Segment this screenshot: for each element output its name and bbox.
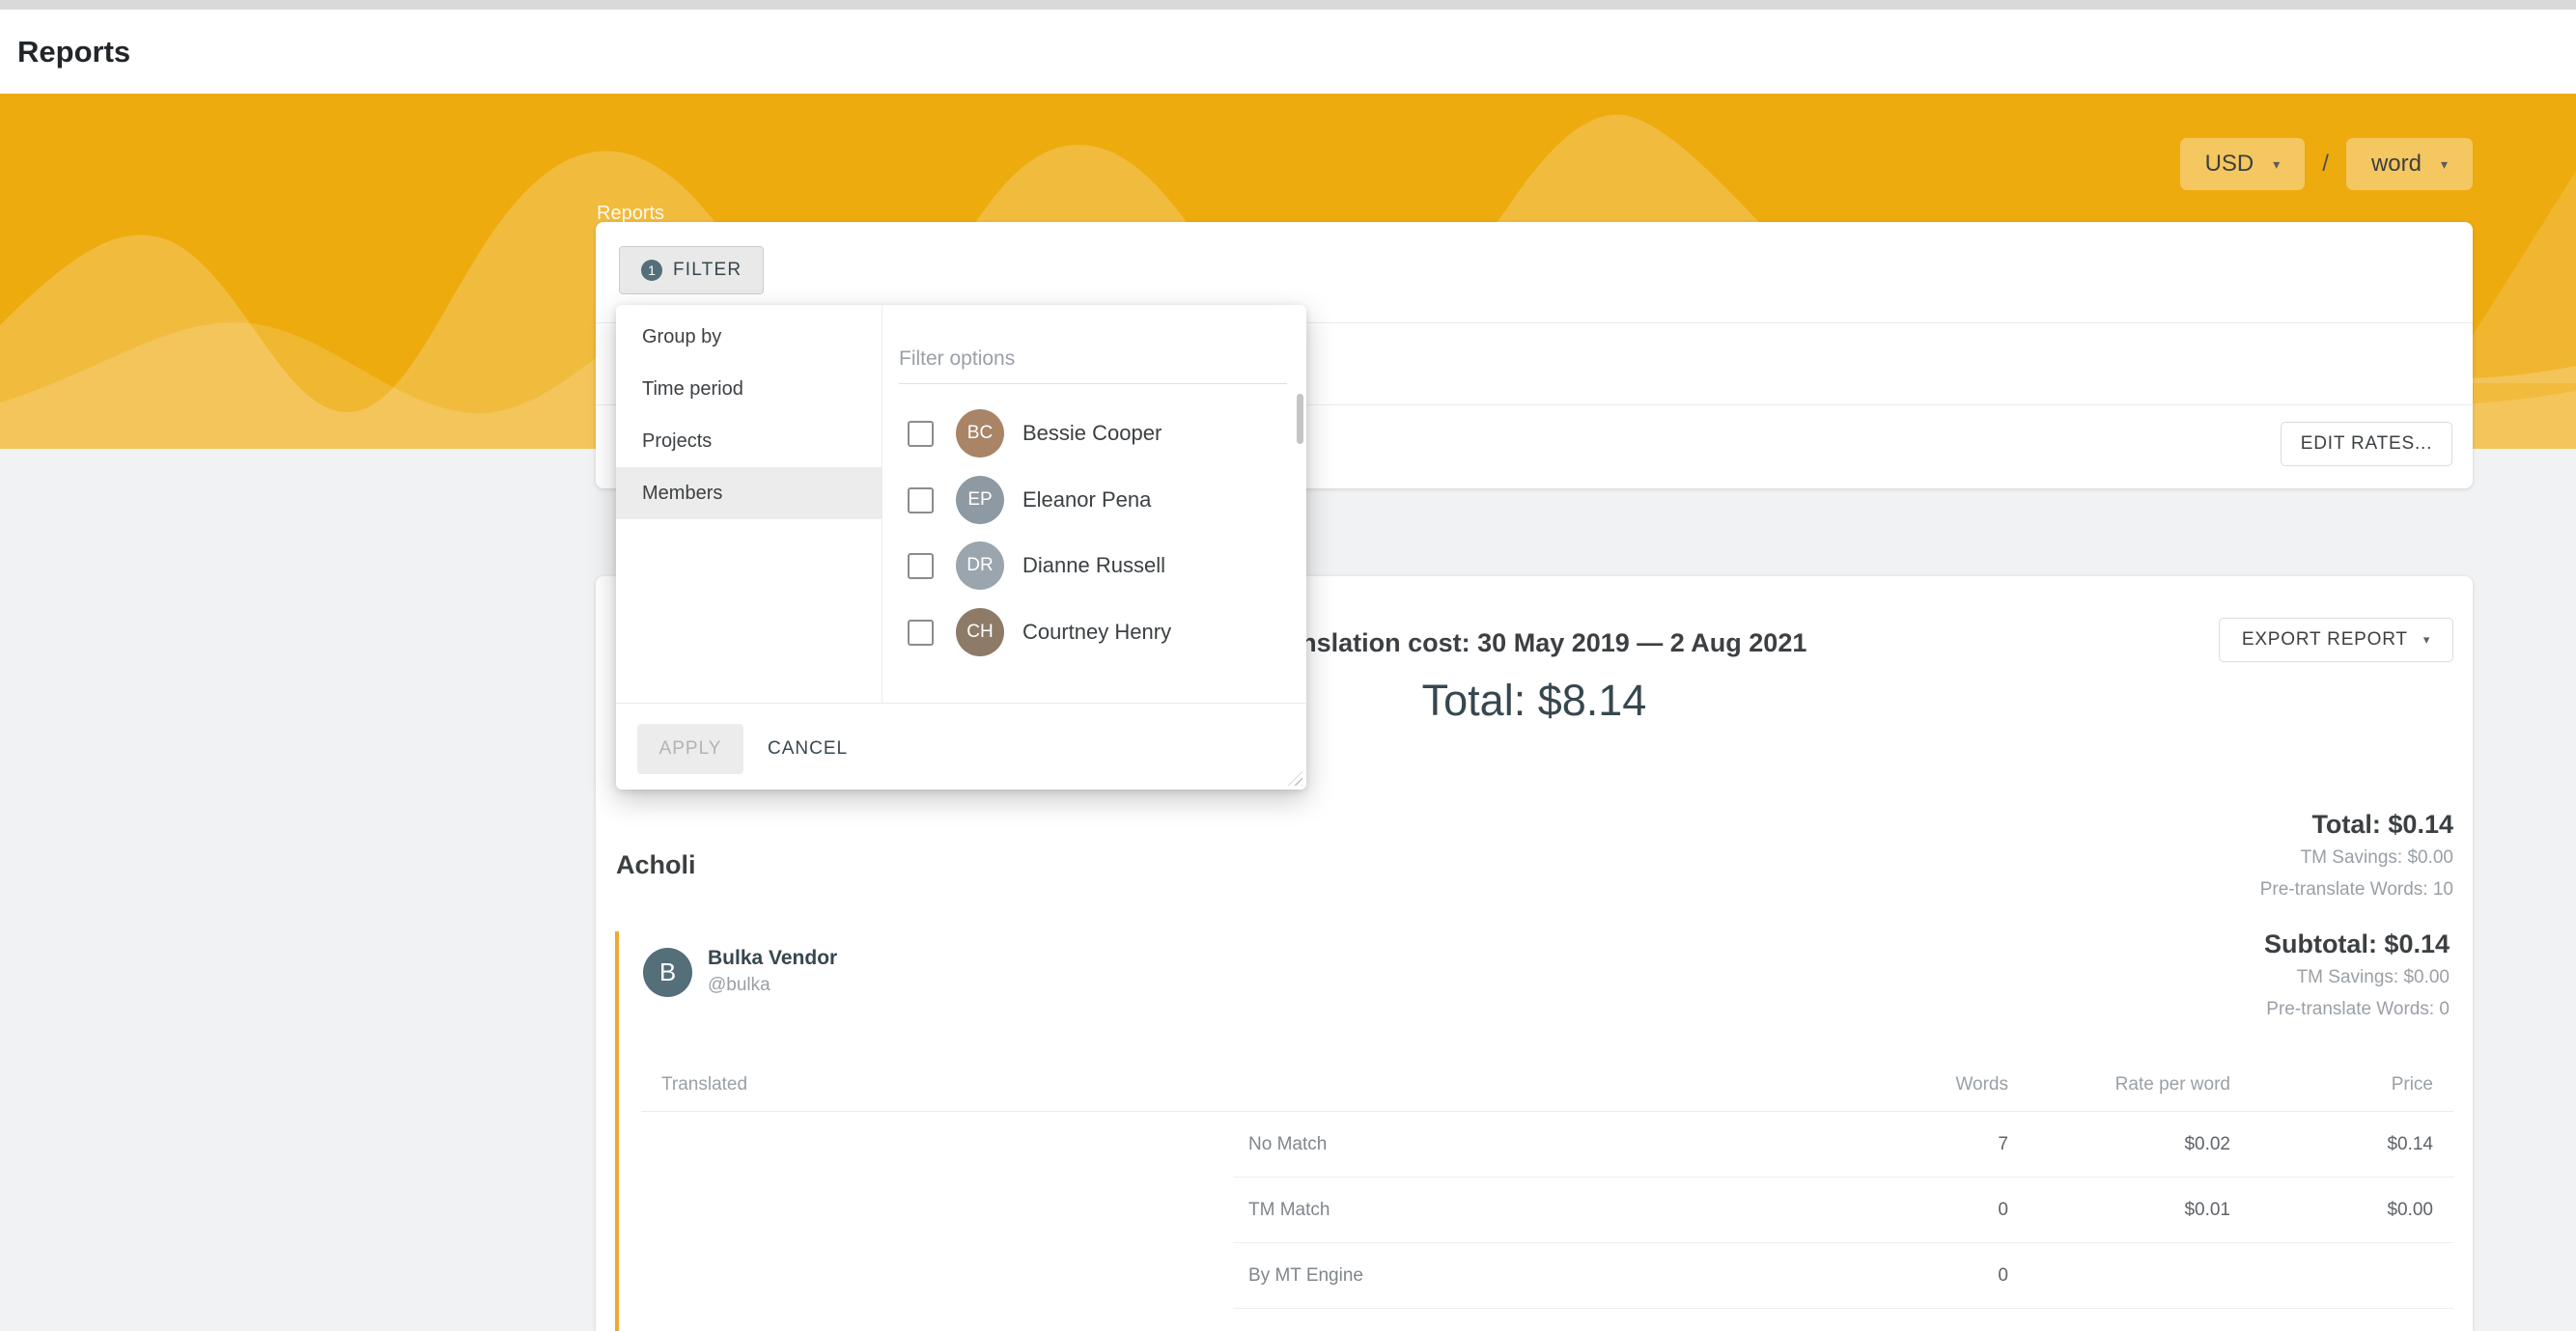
scrollbar-thumb[interactable] xyxy=(1297,394,1303,444)
vendor-tm-savings: TM Savings: $0.00 xyxy=(2264,965,2450,990)
member-option[interactable]: EP Eleanor Pena xyxy=(908,476,1277,524)
currency-value: USD xyxy=(2205,151,2254,178)
filter-menu-item-time-period[interactable]: Time period xyxy=(616,363,882,415)
member-avatar: EP xyxy=(956,476,1004,524)
unit-value: word xyxy=(2371,151,2422,178)
vendor-avatar: B xyxy=(643,948,692,997)
row-rate: $0.02 xyxy=(2008,1134,2230,1155)
chevron-down-icon: ▾ xyxy=(2273,156,2280,173)
search-underline xyxy=(899,383,1287,384)
row-label: By MT Engine xyxy=(641,1265,1786,1287)
member-option[interactable]: DR Dianne Russell xyxy=(908,541,1277,590)
column-header-translated: Translated xyxy=(641,1074,1786,1095)
column-header-words: Words xyxy=(1786,1074,2008,1095)
row-label: TM Match xyxy=(641,1200,1786,1221)
filter-menu-item-projects[interactable]: Projects xyxy=(616,415,882,467)
vendor-section: B Bulka Vendor @bulka Subtotal: $0.14 TM… xyxy=(615,931,2473,1331)
column-header-rate: Rate per word xyxy=(2008,1074,2230,1095)
table-row: TM Match 0 $0.01 $0.00 xyxy=(641,1178,2453,1243)
filter-menu-item-members[interactable]: Members xyxy=(616,467,882,519)
screen: Reports Reports ← Translation cost USD ▾… xyxy=(0,0,2576,1331)
unit-controls: USD ▾ / word ▾ xyxy=(2180,138,2473,190)
row-label: No Match xyxy=(641,1134,1786,1155)
cancel-button[interactable]: CANCEL xyxy=(768,724,848,774)
row-words: 0 xyxy=(1786,1200,2008,1221)
language-total: Total: $0.14 xyxy=(2260,808,2453,841)
member-name: Bessie Cooper xyxy=(1022,421,1162,446)
member-avatar: CH xyxy=(956,608,1004,656)
vendor-subtotals: Subtotal: $0.14 TM Savings: $0.00 Pre-tr… xyxy=(2264,928,2450,1022)
row-price: $0.00 xyxy=(2230,1200,2453,1221)
cost-table: Translated Words Rate per word Price No … xyxy=(641,1058,2453,1309)
search-placeholder: Filter options xyxy=(899,347,1287,371)
row-words: 0 xyxy=(1786,1265,2008,1287)
cost-table-header: Translated Words Rate per word Price xyxy=(641,1058,2453,1112)
vendor-pretranslate-words: Pre-translate Words: 0 xyxy=(2264,997,2450,1022)
row-words: 7 xyxy=(1786,1134,2008,1155)
member-avatar: BC xyxy=(956,409,1004,458)
vendor-identity: Bulka Vendor @bulka xyxy=(708,946,837,997)
filter-options-search[interactable]: Filter options xyxy=(899,347,1287,371)
filter-menu-item-group-by[interactable]: Group by xyxy=(616,311,882,363)
member-checkbox[interactable] xyxy=(908,553,934,579)
filter-dropdown: Group by Time period Projects Members Fi… xyxy=(616,305,1306,790)
unit-select[interactable]: word ▾ xyxy=(2346,138,2473,190)
resize-handle-icon[interactable] xyxy=(1288,771,1302,786)
language-pretranslate-words: Pre-translate Words: 10 xyxy=(2260,877,2453,902)
table-row: No Match 7 $0.02 $0.14 xyxy=(641,1112,2453,1178)
apply-button[interactable]: APPLY xyxy=(637,724,743,774)
filter-menu: Group by Time period Projects Members xyxy=(616,305,882,703)
filter-button[interactable]: 1 FILTER xyxy=(619,246,764,294)
table-row: By MT Engine 0 xyxy=(641,1243,2453,1309)
row-price: $0.14 xyxy=(2230,1134,2453,1155)
unit-separator: / xyxy=(2322,151,2329,178)
member-checkbox[interactable] xyxy=(908,487,934,513)
language-totals: Total: $0.14 TM Savings: $0.00 Pre-trans… xyxy=(2260,808,2453,902)
member-option[interactable]: CH Courtney Henry xyxy=(908,608,1277,656)
filter-button-label: FILTER xyxy=(673,260,742,281)
member-name: Eleanor Pena xyxy=(1022,487,1151,513)
chevron-down-icon: ▾ xyxy=(2441,156,2448,173)
vendor-handle: @bulka xyxy=(708,974,837,997)
row-rate: $0.01 xyxy=(2008,1200,2230,1221)
vendor-subtotal: Subtotal: $0.14 xyxy=(2264,928,2450,960)
window-chrome-strip xyxy=(0,0,2576,10)
language-heading: Acholi xyxy=(616,850,696,880)
member-avatar: DR xyxy=(956,541,1004,590)
vendor-name: Bulka Vendor xyxy=(708,946,837,971)
member-name: Courtney Henry xyxy=(1022,620,1171,645)
language-tm-savings: TM Savings: $0.00 xyxy=(2260,846,2453,871)
edit-rates-button[interactable]: EDIT RATES... xyxy=(2281,422,2452,466)
divider xyxy=(616,703,1306,704)
page-title: Reports xyxy=(17,10,130,94)
member-option[interactable]: BC Bessie Cooper xyxy=(908,409,1277,458)
member-name: Dianne Russell xyxy=(1022,553,1165,578)
app-header: Reports xyxy=(0,10,2576,94)
currency-select[interactable]: USD ▾ xyxy=(2180,138,2306,190)
filter-count-badge: 1 xyxy=(641,260,662,281)
member-checkbox[interactable] xyxy=(908,620,934,646)
member-checkbox[interactable] xyxy=(908,421,934,447)
column-header-price: Price xyxy=(2230,1074,2453,1095)
